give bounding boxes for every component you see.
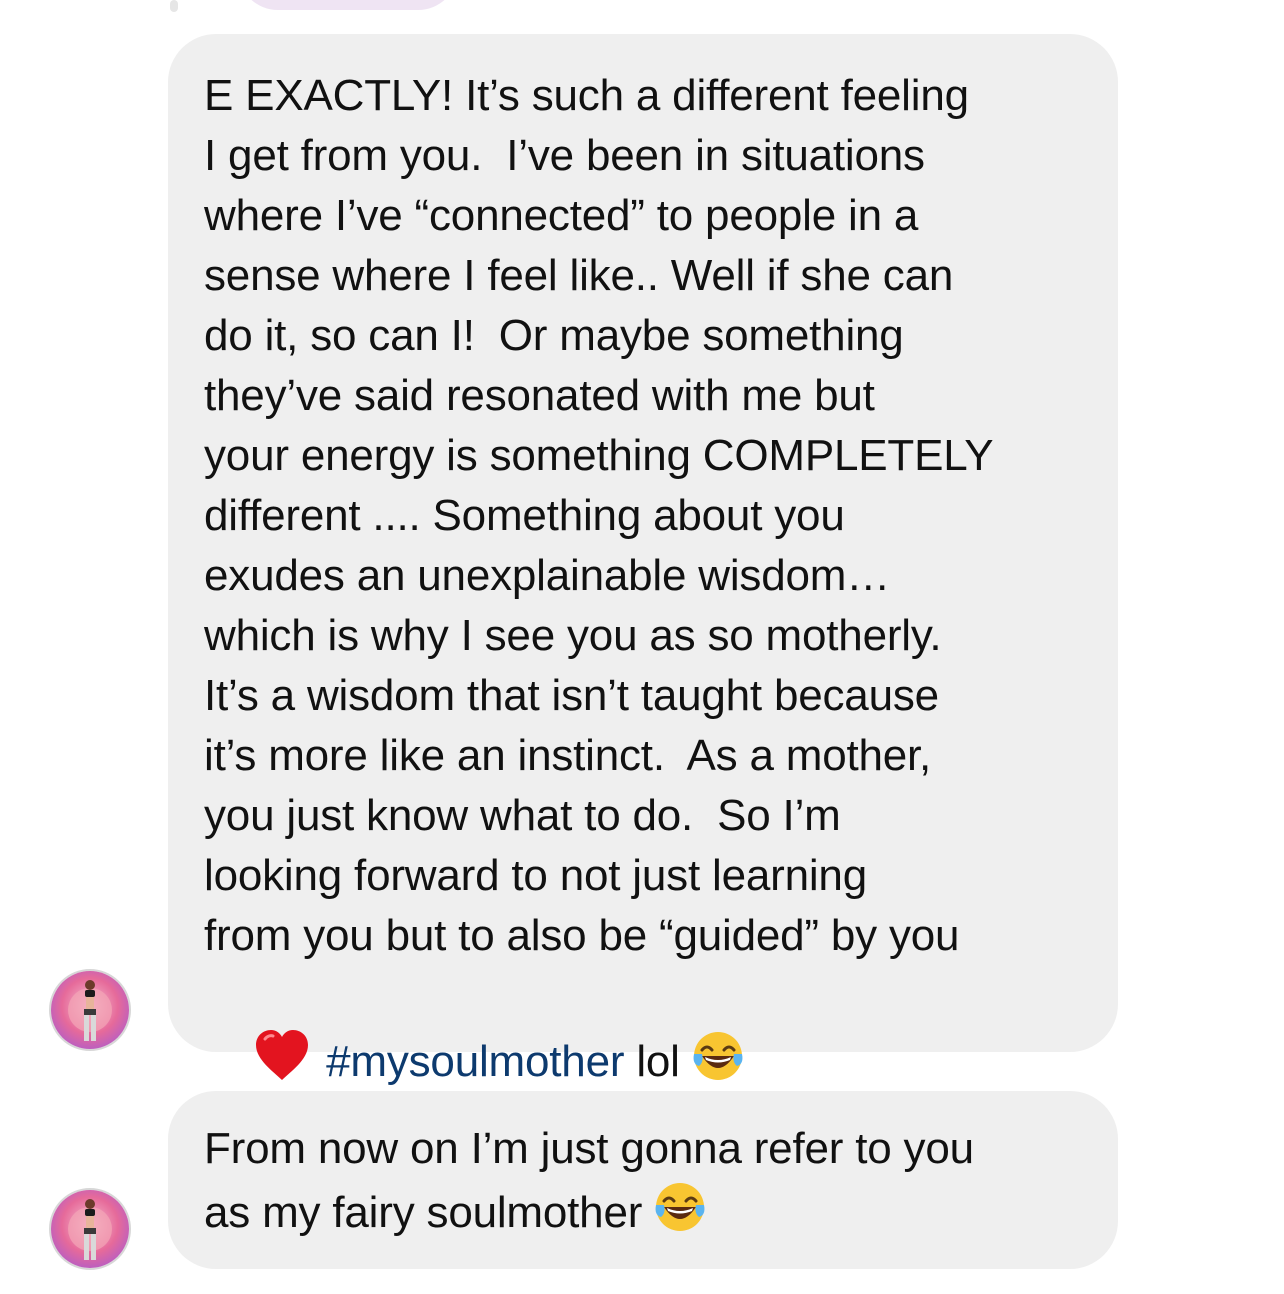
message-line: your energy is something COMPLETELY: [204, 431, 994, 480]
message-line: they’ve said resonated with me but: [204, 371, 875, 420]
sender-avatar[interactable]: [49, 969, 131, 1051]
sender-avatar[interactable]: [49, 1188, 131, 1270]
scroll-indicator: [170, 0, 178, 12]
message-line: you just know what to do. So I’m: [204, 791, 841, 840]
message-line: exudes an unexplainable wisdom…: [204, 551, 891, 600]
message-line: E EXACTLY! It’s such a different feeling: [204, 71, 969, 120]
laughing-tears-emoji-icon: [655, 1183, 705, 1231]
hashtag-link[interactable]: #mysoulmother: [326, 1037, 624, 1086]
message-line: from you but to also be “guided” by you: [204, 911, 960, 960]
message-line: I get from you. I’ve been in situations: [204, 131, 925, 180]
message-line: it’s more like an instinct. As a mother,: [204, 731, 932, 780]
message-line: different .... Something about you: [204, 491, 845, 540]
message-line: It’s a wisdom that isn’t taught because: [204, 671, 939, 720]
previous-message-fragment: [238, 0, 458, 10]
message-line: looking forward to not just learning: [204, 851, 867, 900]
message-line: From now on I’m just gonna refer to you: [204, 1124, 974, 1173]
message-line: where I’ve “connected” to people in a: [204, 191, 919, 240]
message-line: sense where I feel like.. Well if she ca…: [204, 251, 954, 300]
message-bubble[interactable]: From now on I’m just gonna refer to you …: [168, 1091, 1118, 1269]
message-line: which is why I see you as so motherly.: [204, 611, 942, 660]
profile-photo-icon: [51, 1190, 129, 1268]
profile-photo-icon: [51, 971, 129, 1049]
laughing-tears-emoji-icon: [693, 1032, 743, 1080]
message-line: do it, so can I! Or maybe something: [204, 311, 904, 360]
message-text: lol: [624, 1037, 680, 1086]
message-text: as my fairy soulmother: [204, 1188, 643, 1237]
message-bubble[interactable]: E EXACTLY! It’s such a different feeling…: [168, 34, 1118, 1086]
red-heart-icon: [256, 1030, 309, 1080]
message-line-last: as my fairy soulmother: [204, 1179, 1088, 1243]
